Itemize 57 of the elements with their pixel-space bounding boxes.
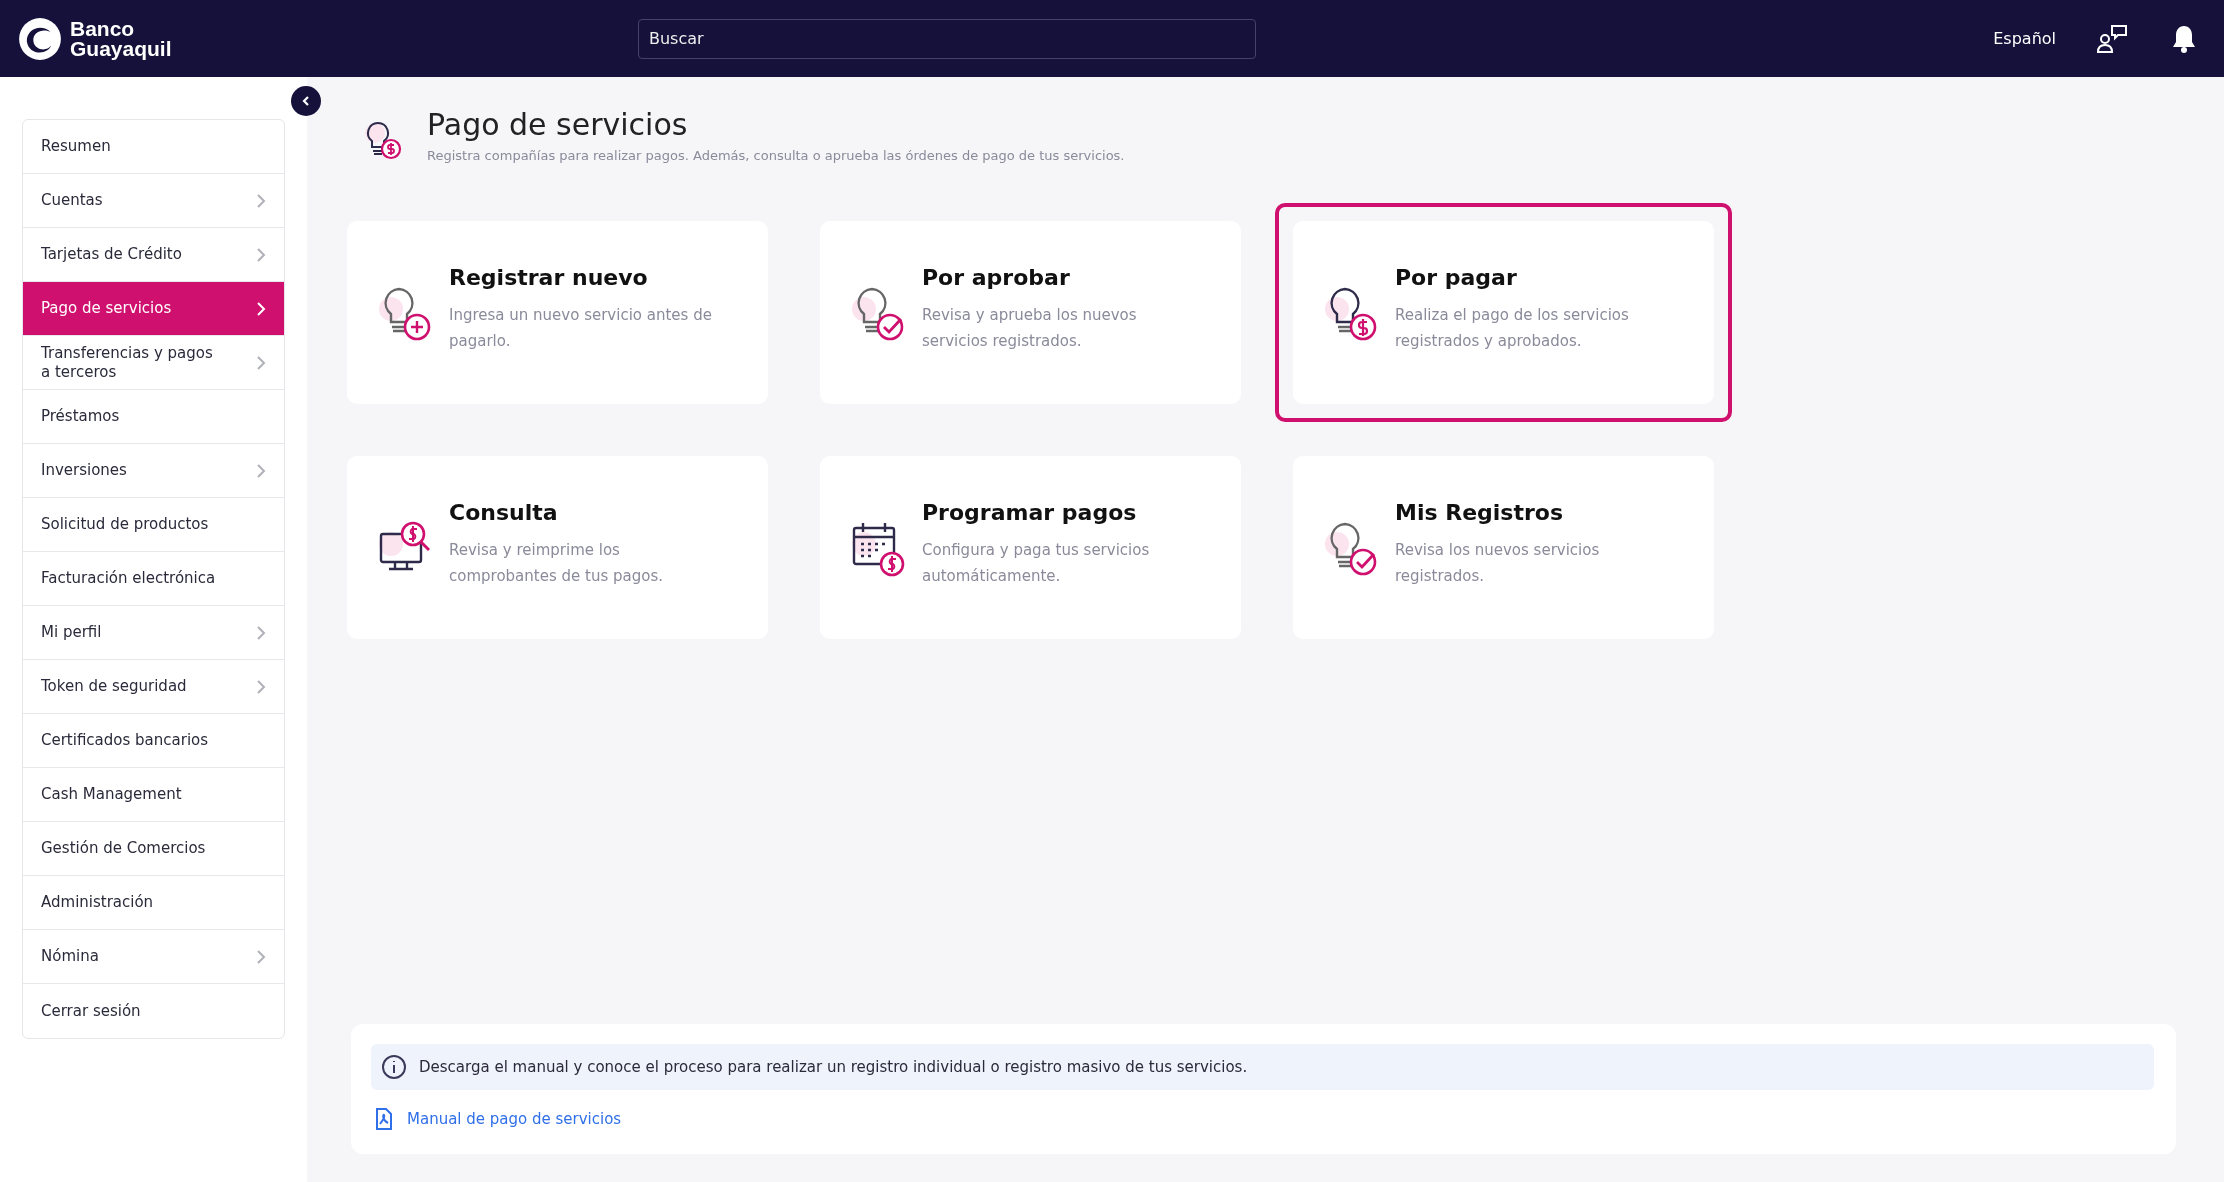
chevron-left-icon xyxy=(300,95,312,107)
chevron-right-icon xyxy=(256,246,266,263)
sidebar-item[interactable]: Cuentas xyxy=(23,174,284,228)
sidebar-item[interactable]: Administración xyxy=(23,876,284,930)
sidebar-item[interactable]: Cash Management xyxy=(23,768,284,822)
service-option-card[interactable]: Consulta Revisa y reimprime los comprobantes de tus pagos. xyxy=(347,456,768,639)
info-icon xyxy=(381,1054,407,1080)
sidebar-item[interactable]: Resumen xyxy=(23,120,284,174)
sidebar-item[interactable]: Facturación electrónica xyxy=(23,552,284,606)
chevron-right-icon xyxy=(256,624,266,641)
logo-text: Banco xyxy=(70,18,136,39)
sidebar-item[interactable]: Pago de servicios xyxy=(23,282,284,336)
sidebar-item[interactable]: Inversiones xyxy=(23,444,284,498)
logo-icon xyxy=(18,16,62,61)
language-selector[interactable]: Español xyxy=(1993,29,2056,48)
service-option-card[interactable]: Programar pagos Configura y paga tus servicios automáticamente. xyxy=(820,456,1241,639)
card-description: Configura y paga tus servicios automáticamente. xyxy=(922,540,1151,587)
pdf-file-icon xyxy=(375,1108,393,1130)
sidebar-item[interactable]: Nómina xyxy=(23,930,284,984)
search-field[interactable]: Buscar xyxy=(638,18,1256,59)
sidebar-item[interactable]: Préstamos xyxy=(23,390,284,444)
card-description: Revisa los nuevos servicios registrados. xyxy=(1395,540,1601,587)
card-title: Mis Registros xyxy=(1395,500,1564,525)
sidebar-item[interactable]: Token de seguridad xyxy=(23,660,284,714)
service-option-card[interactable]: Mis Registros Revisa los nuevos servicios registrados. xyxy=(1293,456,1714,639)
sidebar-item[interactable]: Transferencias y pagos a terceros xyxy=(23,336,284,390)
service-option-card[interactable]: Por aprobar Revisa y aprueba los nuevos servicios registrados. xyxy=(820,221,1241,404)
sidebar-item[interactable]: Mi perfil xyxy=(23,606,284,660)
chevron-right-icon xyxy=(256,462,266,479)
card-title: Registrar nuevo xyxy=(449,265,649,290)
logo-text: Guayaquil xyxy=(70,38,172,59)
sidebar-item[interactable]: Solicitud de productos xyxy=(23,498,284,552)
chevron-right-icon xyxy=(256,678,266,695)
collapse-sidebar-button[interactable] xyxy=(291,86,321,116)
info-message: Descarga el manual y conoce el proceso para realizar un registro individual o registro masivo de tus servicios. xyxy=(419,1058,1248,1076)
notification-bell-icon[interactable] xyxy=(2170,23,2198,54)
manual-link[interactable]: Manual de pago de servicios xyxy=(375,1108,622,1130)
card-description: Realiza el pago de los servicios registrados y aprobados. xyxy=(1395,305,1630,352)
card-title: Por aprobar xyxy=(922,265,1071,290)
sidebar-item[interactable]: Cerrar sesión xyxy=(23,984,284,1038)
card-description: Revisa y reimprime los comprobantes de tus pagos. xyxy=(449,540,664,587)
service-option-card[interactable]: Por pagar Realiza el pago de los servicios registrados y aprobados. xyxy=(1293,221,1714,404)
sidebar-item[interactable]: Gestión de Comercios xyxy=(23,822,284,876)
page-subtitle: Registra compañías para realizar pagos. Además, consulta o aprueba las órdenes de pago de tus servicios. xyxy=(427,148,1125,163)
card-description: Revisa y aprueba los nuevos servicios registrados. xyxy=(922,305,1138,352)
chat-user-icon[interactable] xyxy=(2096,23,2130,54)
card-description: Ingresa un nuevo servicio antes de pagarlo. xyxy=(449,305,713,352)
chevron-right-icon xyxy=(256,192,266,209)
card-title: Por pagar xyxy=(1395,265,1518,290)
chevron-right-icon xyxy=(256,948,266,965)
page-title: Pago de servicios xyxy=(427,107,689,142)
card-title: Programar pagos xyxy=(922,500,1138,525)
chevron-right-icon xyxy=(256,354,266,371)
sidebar-item[interactable]: Certificados bancarios xyxy=(23,714,284,768)
chevron-right-icon xyxy=(256,300,266,317)
card-title: Consulta xyxy=(449,500,559,525)
service-option-card[interactable]: Registrar nuevo Ingresa un nuevo servicio antes de pagarlo. xyxy=(347,221,768,404)
